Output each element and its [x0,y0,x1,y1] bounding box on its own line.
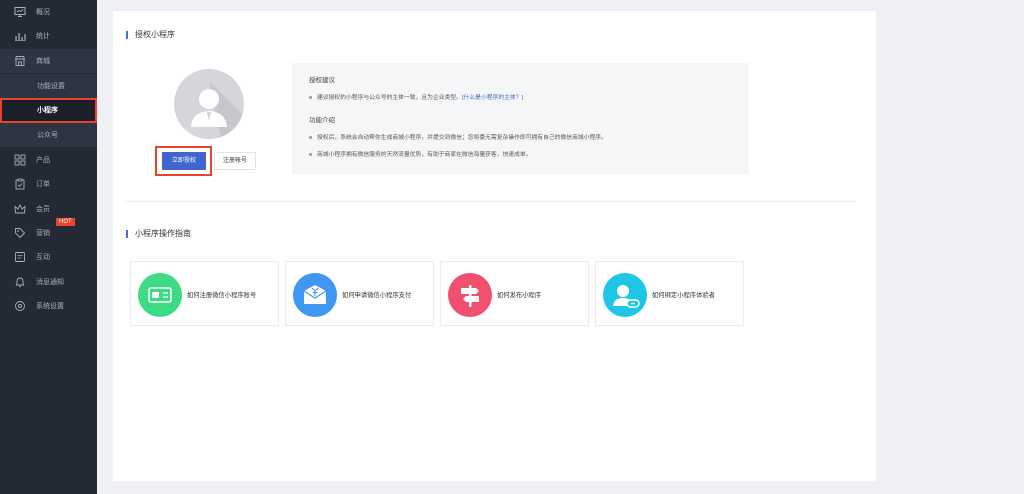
sidebar-item-label: 概况 [36,9,50,16]
chart-icon [15,33,26,41]
guide-card-tester[interactable]: 如何绑定小程序体验者 [595,261,744,326]
bell-icon [15,277,25,288]
sidebar-item-feature-settings[interactable]: 功能设置 [0,74,97,98]
sidebar-item-label: 互动 [36,254,50,261]
authorize-button[interactable]: 立即授权 [162,152,206,170]
feature-title: 功能介绍 [309,117,335,124]
guide-label: 如何绑定小程序体验者 [652,292,715,299]
sidebar-item-statistics[interactable]: 统计 [0,24,97,48]
default-user-icon [191,81,244,139]
sidebar-item-marketing[interactable]: 营销 [0,221,97,245]
suggest-title: 授权建议 [309,77,335,84]
payment-icon [293,273,337,317]
sidebar-item-label: 公众号 [37,132,58,139]
store-icon [14,56,26,66]
guide-label: 如何发布小程序 [497,292,542,299]
sidebar-item-label: 商城 [36,58,50,65]
sidebar: 概况 统计 商城 功能设置 小程序 公众号 产品 订单 会员 营销 HOT 互动… [0,0,97,494]
info-panel: 授权建议 建议授权的小程序与公众号的主体一致，且为企业类型。[什么是小程序的主体… [292,63,749,174]
guide-section-title: 小程序操作指南 [126,229,191,239]
sidebar-item-members[interactable]: 会员 [0,197,97,221]
sidebar-item-label: 统计 [36,33,50,40]
user-link-icon [603,273,647,317]
auth-section-title: 授权小程序 [126,30,175,40]
guide-label: 如何申请微信小程序支付 [342,292,412,299]
signpost-icon [448,273,492,317]
avatar [174,69,244,139]
chat-icon [15,252,25,262]
sidebar-item-notifications[interactable]: 消息通知 [0,270,97,294]
guide-card-publish[interactable]: 如何发布小程序 [440,261,589,326]
hot-badge: HOT [56,218,75,226]
guide-card-register[interactable]: 如何注册微信小程序账号 [130,261,279,326]
guide-label: 如何注册微信小程序账号 [187,292,257,299]
section-divider [125,201,856,202]
feature-item: 授权后，系统会自动帮你生成商城小程序，并提交到微信；您将委无需复杂操作即可拥有自… [309,134,607,142]
main-card: 授权小程序 立即授权 注册帐号 授权建议 建议授权的小程序与公众号的主体一致，且… [113,11,876,481]
register-account-button[interactable]: 注册帐号 [214,152,256,170]
sidebar-item-store[interactable]: 商城 [0,49,97,73]
sidebar-item-label: 会员 [36,206,50,213]
tag-icon [15,228,26,239]
dashboard-icon [14,7,26,17]
sidebar-item-label: 产品 [36,157,50,164]
feature-item: 商城小程序拥有微信服务的天然流量优势，有助于商家在微信海量获客，快速成单。 [309,151,532,159]
crown-icon [14,203,26,214]
sidebar-item-label: 系统设置 [36,303,64,310]
sidebar-item-overview[interactable]: 概况 [0,0,97,24]
sidebar-item-official-account[interactable]: 公众号 [0,123,97,147]
guide-card-payment[interactable]: 如何申请微信小程序支付 [285,261,434,326]
sidebar-item-label: 营销 [36,230,50,237]
sidebar-item-orders[interactable]: 订单 [0,172,97,196]
sidebar-item-label: 功能设置 [37,83,65,90]
active-item-highlight [0,98,97,123]
clipboard-icon [15,178,25,190]
sidebar-item-system-settings[interactable]: 系统设置 [0,294,97,318]
sidebar-item-label: 订单 [36,181,50,188]
settings-icon [15,301,25,311]
grid-icon [14,154,26,166]
what-is-subject-link[interactable]: [什么是小程序的主体？] [462,95,523,101]
sidebar-item-label: 消息通知 [36,279,64,286]
sidebar-item-products[interactable]: 产品 [0,148,97,172]
wallet-icon [138,273,182,317]
suggest-item: 建议授权的小程序与公众号的主体一致，且为企业类型。[什么是小程序的主体？] [309,94,523,102]
sidebar-item-interaction[interactable]: 互动 [0,245,97,269]
